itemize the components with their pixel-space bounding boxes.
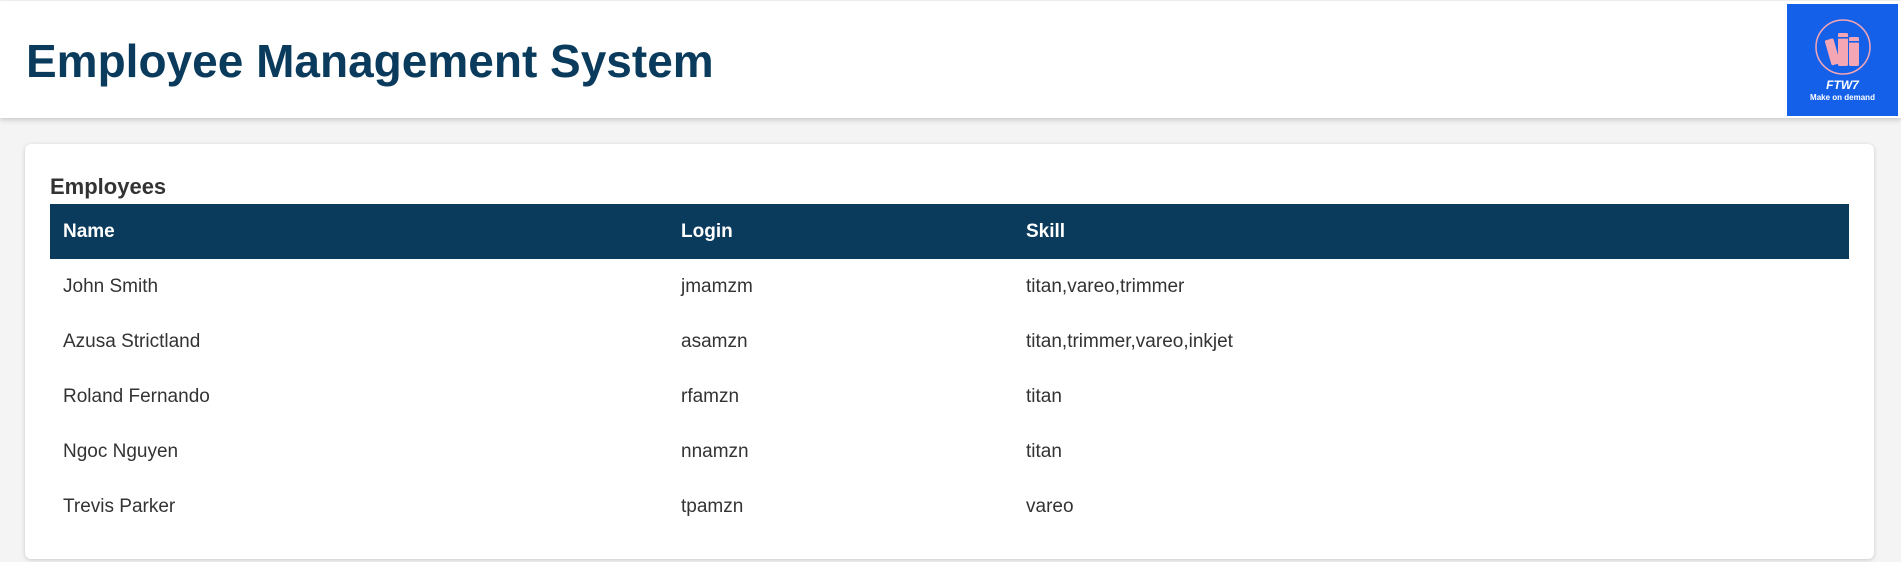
employees-heading: Employees: [50, 174, 167, 199]
employee-name: Ngoc Nguyen: [63, 440, 179, 462]
employee-login: jmamzm: [681, 275, 753, 297]
logo-name: FTW7: [1826, 78, 1859, 92]
employee-login: rfamzn: [681, 385, 740, 407]
table-row: Trevis Parker tpamzn vareo: [50, 479, 1849, 534]
column-header-login: Login: [668, 204, 1013, 259]
column-header-name: Name: [50, 204, 668, 259]
employee-skill: titan: [1026, 440, 1062, 462]
employees-table: Name Login Skill John Smith jmamzm titan…: [50, 204, 1849, 534]
employees-card: Employees Name Login Skill John Smith jm…: [25, 144, 1874, 559]
company-logo: FTW7 Make on demand: [1787, 4, 1898, 116]
employee-name: Azusa Strictland: [63, 330, 201, 352]
table-row: Azusa Strictland asamzn titan,trimmer,va…: [50, 314, 1849, 369]
column-header-skill: Skill: [1013, 204, 1849, 259]
employee-skill: titan,trimmer,vareo,inkjet: [1026, 330, 1233, 352]
table-row: Ngoc Nguyen nnamzn titan: [50, 424, 1849, 479]
page-header: Employee Management System FTW7 Make on …: [0, 1, 1901, 118]
table-header-row: Name Login Skill: [50, 204, 1849, 259]
employee-skill: titan,vareo,trimmer: [1026, 275, 1185, 297]
page-title: Employee Management System: [26, 35, 714, 87]
employee-skill: titan: [1026, 385, 1062, 407]
employee-name: Roland Fernando: [63, 385, 210, 407]
employee-login: nnamzn: [681, 440, 749, 462]
employee-name: Trevis Parker: [63, 495, 176, 517]
table-row: John Smith jmamzm titan,vareo,trimmer: [50, 259, 1849, 314]
employee-skill: vareo: [1026, 495, 1074, 517]
employee-login: tpamzn: [681, 495, 744, 517]
employee-login: asamzn: [681, 330, 748, 352]
table-row: Roland Fernando rfamzn titan: [50, 369, 1849, 424]
employee-name: John Smith: [63, 275, 159, 297]
logo-tagline: Make on demand: [1810, 93, 1875, 102]
